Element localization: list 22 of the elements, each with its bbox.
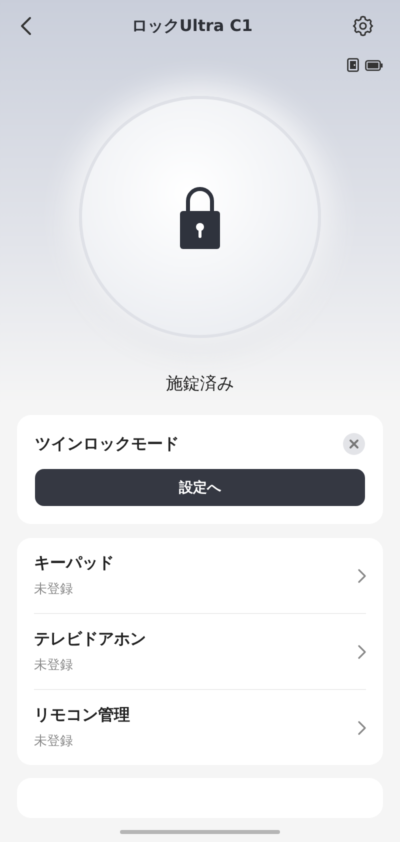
menu-item[interactable]: リモコン管理 未登録 <box>34 689 366 765</box>
menu-item-status: 未登録 <box>34 733 74 750</box>
battery-icon <box>365 60 383 70</box>
menu-item-title: テレビドアホン <box>34 629 146 650</box>
chevron-icon <box>358 568 366 582</box>
lock-status: 施錠済み <box>165 373 235 395</box>
menu-item[interactable]: テレビドアホン 未登録 <box>34 613 366 689</box>
menu-item-status: 未登録 <box>34 581 74 598</box>
page-title: ロックUltra C1 <box>131 16 253 36</box>
settings-icon[interactable] <box>352 15 374 37</box>
menu-item-title: リモコン管理 <box>34 705 130 726</box>
settings-button[interactable]: 設定へ <box>35 469 365 506</box>
card-title: ツインロックモード <box>35 434 179 454</box>
back-icon[interactable] <box>20 16 32 36</box>
chevron-icon <box>358 644 366 658</box>
padlock-icon <box>180 185 220 249</box>
door-icon <box>347 58 359 72</box>
menu-item-status: 未登録 <box>34 657 74 674</box>
menu-item-title: キーパッド <box>34 553 114 574</box>
menu-item[interactable]: キーパッド 未登録 <box>34 538 366 613</box>
chevron-icon <box>358 720 366 734</box>
close-icon[interactable] <box>343 433 365 455</box>
